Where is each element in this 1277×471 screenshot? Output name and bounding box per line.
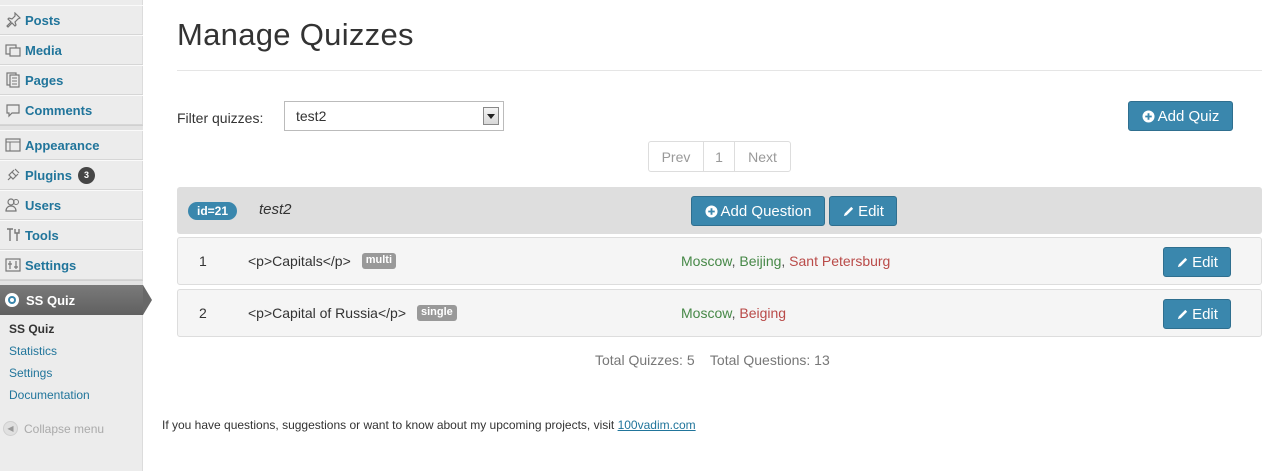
plus-circle-icon — [705, 204, 718, 218]
footer-note: If you have questions, suggestions or wa… — [162, 418, 696, 432]
pagination: Prev 1 Next — [648, 141, 791, 172]
add-question-button[interactable]: Add Question — [691, 196, 825, 226]
pager-next[interactable]: Next — [735, 142, 790, 171]
question-text-value: <p>Capitals</p> — [248, 253, 351, 269]
pager-page-1[interactable]: 1 — [704, 142, 735, 171]
answer-incorrect: Sant Petersburg — [789, 253, 891, 269]
pencil-icon — [842, 205, 855, 218]
filter-quizzes-select[interactable]: test2 — [284, 101, 504, 131]
pager-prev[interactable]: Prev — [649, 142, 704, 171]
plus-circle-icon — [1142, 109, 1155, 123]
sidebar-item-label: Settings — [25, 257, 77, 273]
question-text-value: <p>Capital of Russia</p> — [248, 305, 406, 321]
edit-quiz-button[interactable]: Edit — [829, 196, 897, 226]
sidebar-item-label: Comments — [25, 102, 93, 118]
answer-correct: Moscow — [681, 253, 732, 269]
users-icon — [4, 197, 22, 213]
tools-icon — [4, 227, 22, 243]
question-type-badge: multi — [361, 253, 397, 269]
collapse-menu-button[interactable]: ◀ Collapse menu — [3, 421, 104, 436]
submenu-statistics[interactable]: Statistics — [0, 344, 143, 358]
edit-label: Edit — [1192, 253, 1218, 271]
submenu-settings[interactable]: Settings — [0, 366, 143, 380]
add-quiz-label: Add Quiz — [1157, 107, 1220, 125]
pencil-icon — [1176, 256, 1189, 269]
pencil-icon — [1176, 308, 1189, 321]
sidebar-item-label: Plugins — [25, 167, 72, 183]
update-count-badge: 3 — [77, 166, 95, 184]
quiz-icon — [5, 293, 19, 307]
sidebar-item-pages[interactable]: Pages — [0, 65, 143, 95]
current-menu-arrow — [143, 285, 152, 315]
sidebar-item-label: Posts — [25, 12, 61, 28]
page-title: Manage Quizzes — [177, 17, 414, 52]
quiz-header: id=21 test2 Add Question Edit — [177, 187, 1262, 234]
sidebar-item-plugins[interactable]: Plugins 3 — [0, 160, 143, 190]
sidebar-item-tools[interactable]: Tools — [0, 220, 143, 250]
add-quiz-button[interactable]: Add Quiz — [1128, 101, 1233, 131]
question-row: 1 <p>Capitals</p> multi Moscow, Beijing,… — [177, 237, 1262, 285]
question-type-badge: single — [417, 305, 457, 321]
edit-label: Edit — [858, 202, 884, 220]
admin-sidebar: Posts Media Pages Comments Appearance Pl… — [0, 0, 152, 471]
edit-question-button[interactable]: Edit — [1163, 299, 1231, 329]
question-row: 2 <p>Capital of Russia</p> single Moscow… — [177, 289, 1262, 337]
question-text: <p>Capital of Russia</p> single — [248, 305, 457, 321]
sidebar-item-appearance[interactable]: Appearance — [0, 130, 143, 160]
answer-incorrect: Beiging — [739, 305, 787, 321]
question-number: 2 — [199, 305, 207, 321]
sidebar-item-comments[interactable]: Comments — [0, 95, 143, 125]
footer-text: If you have questions, suggestions or wa… — [162, 418, 618, 432]
appearance-icon — [4, 137, 22, 153]
submenu-ss-quiz[interactable]: SS Quiz — [0, 322, 143, 336]
pages-icon — [4, 72, 22, 88]
chevron-down-icon[interactable] — [483, 107, 499, 125]
sidebar-item-label: Users — [25, 197, 62, 213]
sidebar-item-label: SS Quiz — [26, 292, 76, 308]
sidebar-item-label: Pages — [25, 72, 64, 88]
answer-correct: Moscow — [681, 305, 732, 321]
sidebar-item-media[interactable]: Media — [0, 35, 143, 65]
quiz-name: test2 — [259, 201, 292, 218]
title-divider — [177, 70, 1262, 71]
media-icon — [4, 42, 22, 58]
sidebar-item-users[interactable]: Users — [0, 190, 143, 220]
comment-icon — [4, 102, 22, 118]
collapse-arrow-icon: ◀ — [3, 421, 18, 436]
edit-label: Edit — [1192, 305, 1218, 323]
sidebar-item-label: Appearance — [25, 137, 100, 153]
sidebar-item-posts[interactable]: Posts — [0, 5, 143, 35]
quiz-id-badge: id=21 — [188, 202, 238, 220]
sidebar-item-label: Tools — [25, 227, 59, 243]
collapse-label: Collapse menu — [24, 421, 105, 436]
edit-question-button[interactable]: Edit — [1163, 247, 1231, 277]
sidebar-item-settings[interactable]: Settings — [0, 250, 143, 280]
filter-label: Filter quizzes: — [177, 110, 264, 126]
question-number: 1 — [199, 253, 207, 269]
sidebar-item-ss-quiz[interactable]: SS Quiz — [0, 285, 152, 315]
question-answers: Moscow, Beiging — [681, 305, 787, 321]
footer-link[interactable]: 100vadim.com — [618, 418, 696, 432]
totals-summary: Total Quizzes: 5 Total Questions: 13 — [595, 352, 830, 368]
sidebar-item-label: Media — [25, 42, 62, 58]
settings-icon — [4, 257, 22, 273]
question-answers: Moscow, Beijing, Sant Petersburg — [681, 253, 891, 269]
answer-correct: Beijing — [739, 253, 782, 269]
pushpin-icon — [4, 12, 22, 28]
plugin-icon — [4, 167, 22, 183]
question-text: <p>Capitals</p> multi — [248, 253, 397, 269]
filter-selected-value: test2 — [296, 108, 327, 124]
add-question-label: Add Question — [720, 202, 812, 220]
submenu-documentation[interactable]: Documentation — [0, 388, 143, 402]
